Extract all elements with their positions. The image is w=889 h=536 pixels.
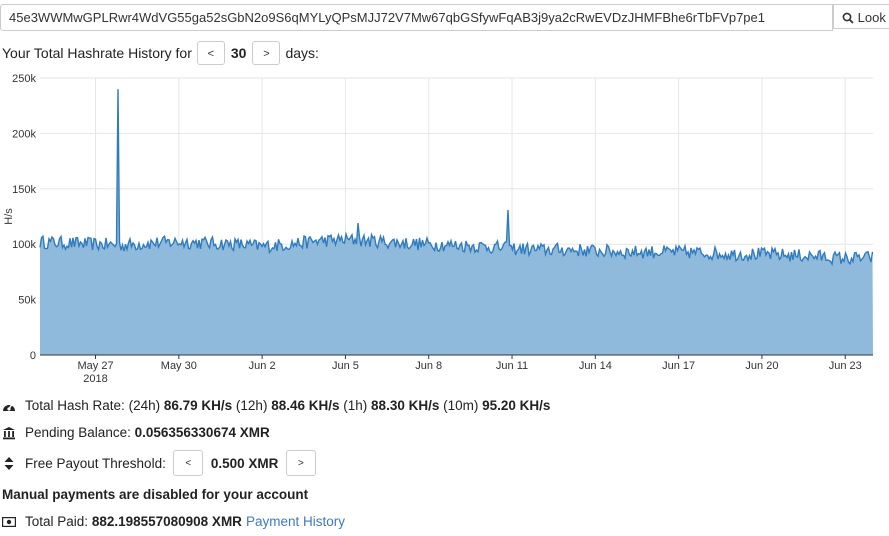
hashrate-area [40,89,873,355]
y-tick-label: 100k [12,239,36,251]
wallet-address-input[interactable]: 45e3WWMwGPLRwr4WdVG55ga52sGbN2o9S6qMYLyQ… [0,4,833,31]
threshold-label: Free Payout Threshold: [25,455,166,471]
x-tick-label: Jun 14 [579,360,612,372]
x-tick-label: May 30 [161,360,197,372]
hashrate-12h-value: 88.46 KH/s [271,398,340,413]
y-tick-label: 0 [30,350,36,362]
days-value: 30 [230,45,247,61]
look-label: Look [857,10,886,25]
money-icon [2,515,16,529]
days-decrease-button[interactable]: < [196,41,225,65]
hashrate-row: Total Hash Rate: (24h) 86.79 KH/s (12h) … [2,398,550,413]
x-tick-label: Jun 5 [332,360,359,372]
hashrate-1h-label: (1h) [343,398,368,413]
hashrate-chart: 0 50k 100k 150k 200k 250k May 272018 May 30 Jun … [3,73,874,385]
x-tick-label: Jun 11 [496,360,528,372]
total-paid-row: Total Paid: 882.198557080908 XMR Payment… [2,514,345,529]
y-tick-label: 50k [18,295,36,307]
history-suffix: days: [285,45,319,61]
hashrate-10m-value: 95.20 KH/s [482,398,551,413]
bank-icon [2,426,16,440]
search-icon [842,12,854,24]
threshold-value: 0.500 XMR [210,455,279,471]
history-range-row: Your Total Hashrate History for < 30 > d… [2,40,319,66]
paid-label: Total Paid: [25,514,89,529]
manual-payments-notice: Manual payments are disabled for your ac… [2,487,309,502]
history-prefix: Your Total Hashrate History for [2,45,192,61]
x-tick-label: Jun 23 [829,360,862,372]
x-tick-label: Jun 2 [249,360,276,372]
y-tick-label: 200k [12,128,36,140]
threshold-increase-button[interactable]: > [285,450,316,476]
pending-value: 0.056356330674 XMR [134,425,270,440]
threshold-decrease-button[interactable]: < [173,450,204,476]
x-tick-label: May 27 [77,360,113,372]
look-button[interactable]: Look [833,4,889,29]
hashrate-1h-value: 88.30 KH/s [371,398,440,413]
hashrate-24h-value: 86.79 KH/s [163,398,233,413]
x-tick-sublabel: 2018 [83,373,107,385]
sort-icon [2,456,16,470]
y-axis-label: H/s [3,208,15,225]
hashrate-label: Total Hash Rate: [25,398,125,413]
y-tick-label: 250k [12,73,36,85]
pending-label: Pending Balance: [25,425,131,440]
x-tick-label: Jun 17 [662,360,695,372]
y-tick-label: 150k [12,184,36,196]
payment-history-link[interactable]: Payment History [246,514,345,529]
dashboard-icon [2,399,16,413]
hashrate-10m-label: (10m) [443,398,479,413]
x-tick-label: Jun 20 [745,360,778,372]
manual-payments-notice-row: Manual payments are disabled for your ac… [2,487,308,502]
hashrate-12h-label: (12h) [235,398,268,413]
payout-threshold-row: Free Payout Threshold: < 0.500 XMR > [2,450,316,476]
paid-value: 882.198557080908 XMR [91,514,242,529]
address-search-bar: 45e3WWMwGPLRwr4WdVG55ga52sGbN2o9S6qMYLyQ… [0,4,889,31]
days-increase-button[interactable]: > [252,41,281,65]
hashrate-line [39,89,874,267]
x-tick-label: Jun 8 [415,360,442,372]
pending-balance-row: Pending Balance: 0.056356330674 XMR [2,425,270,440]
hashrate-24h-label: (24h) [128,398,161,413]
